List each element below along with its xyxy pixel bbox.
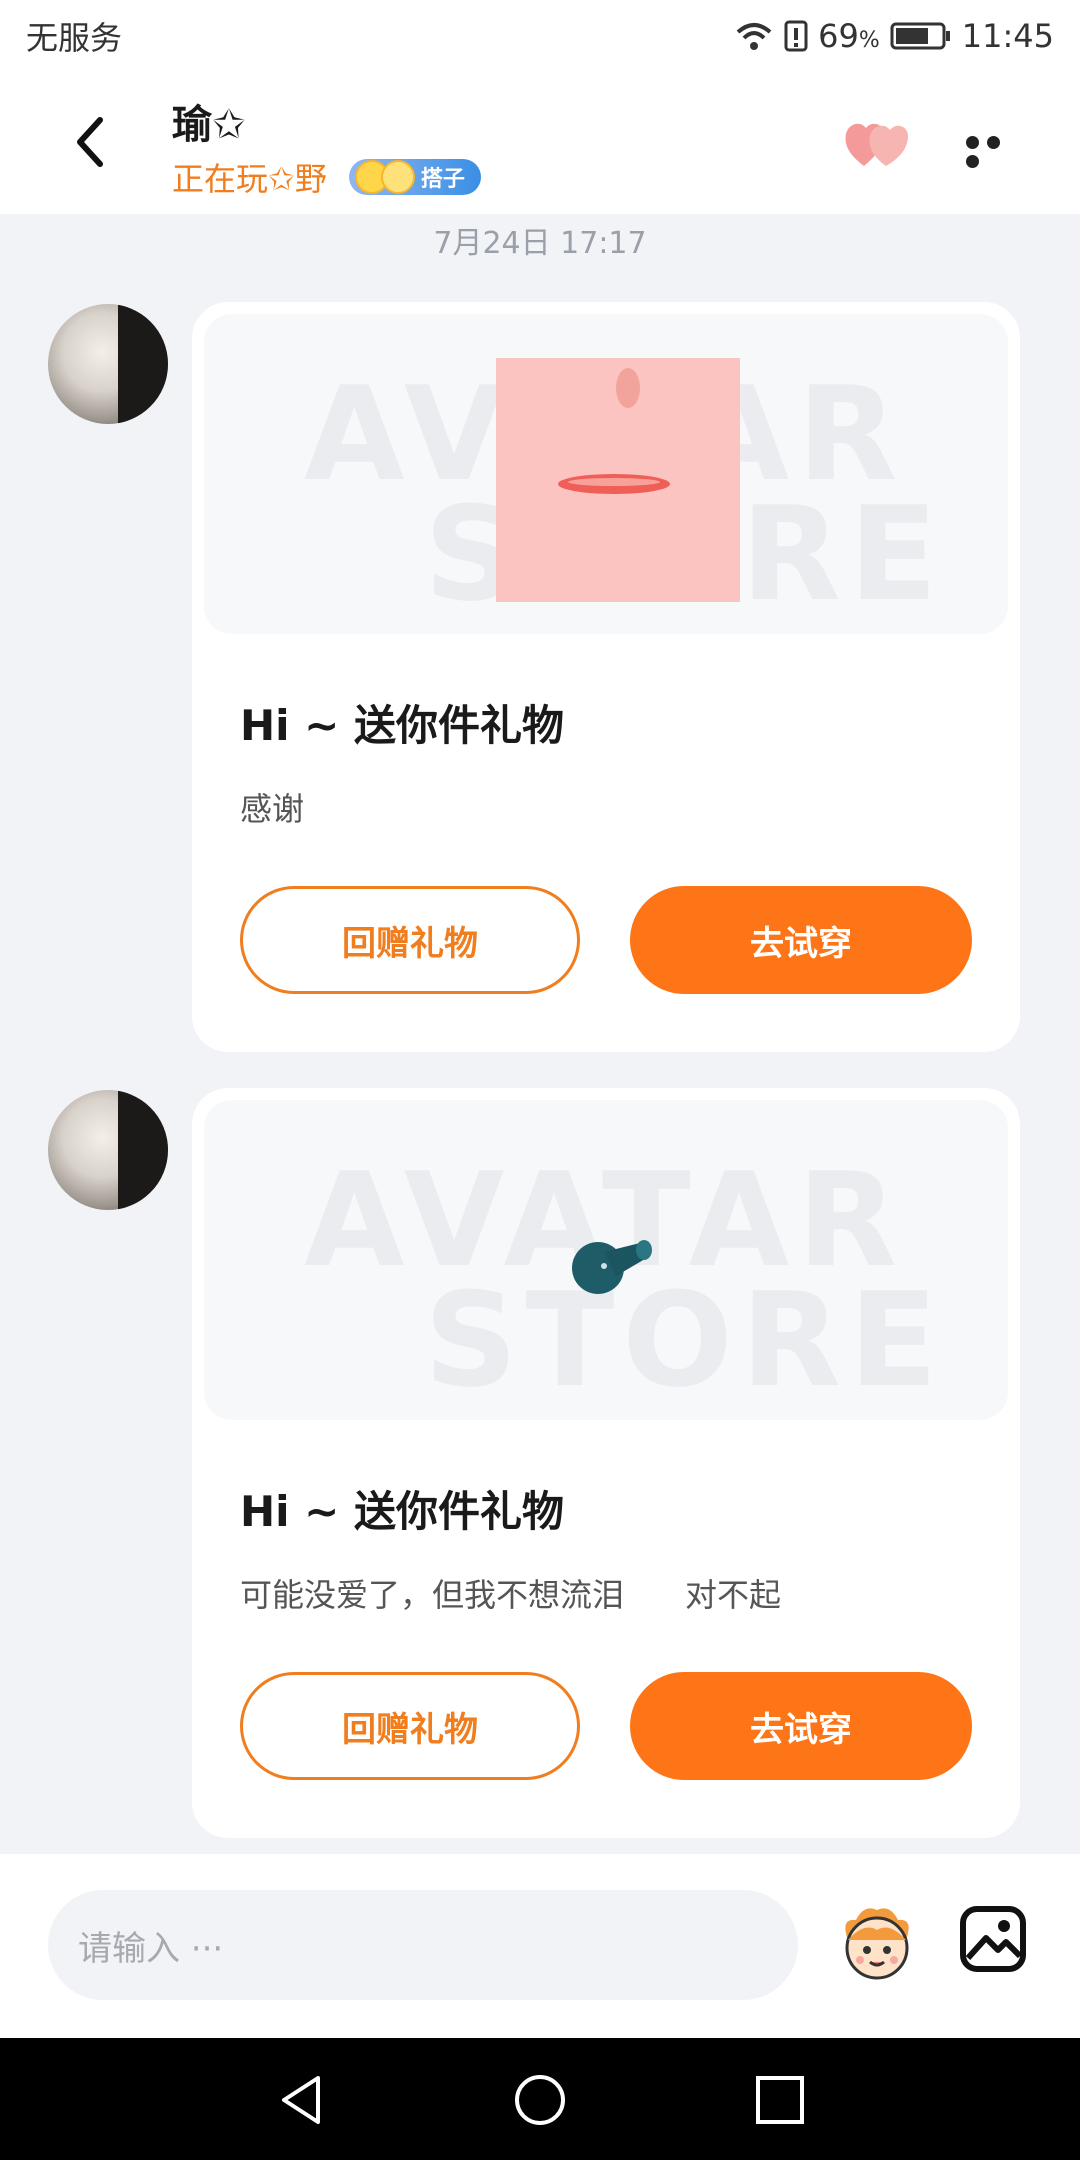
subtitle-row: 正在玩✩野 搭子: [172, 154, 481, 200]
tag-label: 搭子: [420, 167, 465, 192]
gift-item-lips-image: [496, 358, 740, 602]
gift-message-text: 可能没爱了，但我不想流泪 对不起: [240, 1576, 782, 1614]
gift-title: Hi ~ 送你件礼物: [240, 701, 564, 750]
system-nav-bar: [0, 2038, 1080, 2160]
status-bar: 无服务 69% 11:45: [0, 0, 1080, 72]
carrier-label: 无服务: [26, 19, 123, 57]
playing-status: 正在玩✩野: [172, 160, 327, 198]
return-gift-button[interactable]: 回赠礼物: [240, 1672, 580, 1780]
return-gift-button[interactable]: 回赠礼物: [240, 886, 580, 994]
try-on-button[interactable]: 去试穿: [630, 886, 972, 994]
back-button[interactable]: [60, 112, 120, 172]
emoji-icon: [380, 160, 415, 194]
gift-title: Hi ~ 送你件礼物: [240, 1487, 564, 1536]
gift-preview[interactable]: AVATAR STORE: [204, 314, 1008, 634]
image-icon[interactable]: [958, 1904, 1028, 1974]
chat-header: 瑜✩ 正在玩✩野 搭子: [0, 72, 1080, 214]
nav-back-icon[interactable]: [274, 2072, 330, 2128]
more-icon[interactable]: [966, 134, 1026, 168]
status-right: 69% 11:45: [734, 17, 1054, 55]
message-input[interactable]: 请输入 ···: [48, 1890, 798, 2000]
back-arrow-icon: [77, 117, 103, 167]
contact-name: 瑜✩: [172, 102, 246, 148]
battery-percent: 69%: [818, 17, 880, 55]
gift-item-pacifier-image: [572, 1240, 652, 1294]
mascot-icon[interactable]: [834, 1900, 920, 1986]
try-on-button[interactable]: 去试穿: [630, 1672, 972, 1780]
gift-message-text: 感谢: [240, 790, 305, 828]
gift-message-card: AVATAR STORE Hi ~ 送你件礼物 感谢 回赠礼物 去试穿: [192, 302, 1020, 1052]
nav-home-icon[interactable]: [512, 2072, 568, 2128]
gift-preview[interactable]: AVATAR STORE: [204, 1100, 1008, 1420]
input-bar: 请输入 ···: [0, 1854, 1080, 2038]
partner-tag[interactable]: 搭子: [348, 159, 481, 195]
wifi-icon: [736, 23, 772, 50]
heart-icon[interactable]: [842, 114, 912, 174]
gift-message-card: AVATAR STORE Hi ~ 送你件礼物 可能没爱了，但我不想流泪 对不起…: [192, 1088, 1020, 1838]
avatar[interactable]: [48, 1090, 168, 1210]
input-placeholder: 请输入 ···: [78, 1928, 224, 1969]
alert-icon: [784, 20, 808, 52]
clock: 11:45: [961, 17, 1054, 55]
battery-icon: [890, 22, 950, 50]
avatar[interactable]: [48, 304, 168, 424]
nav-recents-icon[interactable]: [752, 2072, 808, 2128]
chat-timestamp: 7月24日 17:17: [433, 226, 647, 261]
